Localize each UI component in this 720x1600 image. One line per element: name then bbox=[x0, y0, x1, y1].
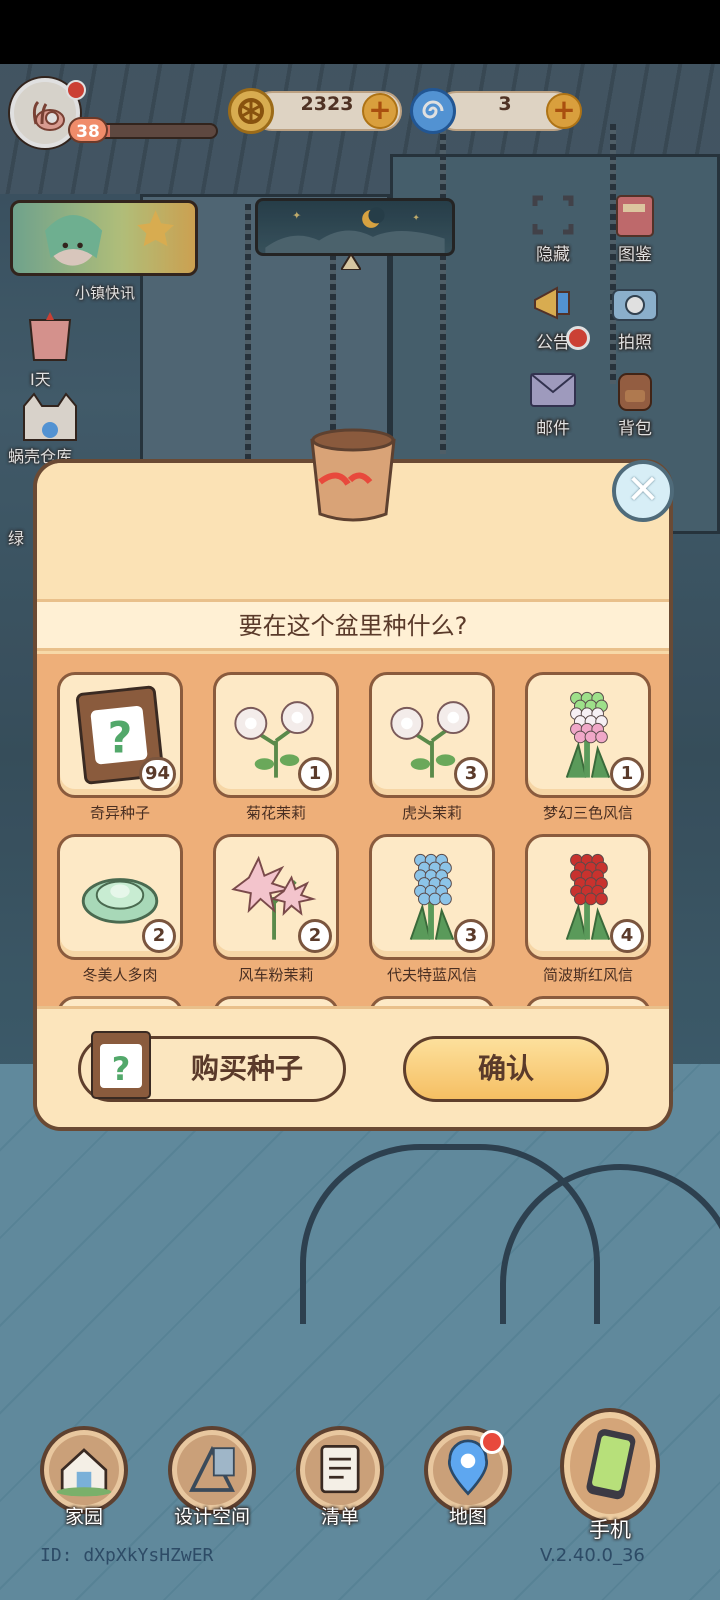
seed-item-partial[interactable] bbox=[57, 996, 187, 1006]
svg-text:?: ? bbox=[108, 713, 133, 763]
seed-count-badge: 2 bbox=[142, 919, 176, 953]
seed-grid[interactable]: ? 94 奇异种子 1 菊花茉莉 3 虎头茉莉 1 梦幻三色风信 2 冬美人多肉 2 风车粉茉莉 3 代夫特… bbox=[37, 654, 669, 1006]
seed-item[interactable]: 1 菊花茉莉 bbox=[213, 672, 343, 823]
seed-card[interactable]: 1 bbox=[213, 672, 339, 798]
house-icon bbox=[56, 1448, 112, 1497]
seed-card[interactable]: 1 bbox=[525, 672, 651, 798]
nav-label: 清单 bbox=[320, 1506, 359, 1528]
seed-card[interactable]: 2 bbox=[57, 834, 183, 960]
seed-item[interactable]: 2 冬美人多肉 bbox=[57, 834, 187, 985]
seed-count-badge: 94 bbox=[138, 757, 176, 791]
confirm-label: 确认 bbox=[477, 1052, 534, 1085]
seed-name: 冬美人多肉 bbox=[82, 966, 158, 984]
seed-card[interactable]: ? 94 bbox=[57, 672, 183, 798]
phone-label: 手机 bbox=[589, 1518, 631, 1542]
nav-label: 设计空间 bbox=[173, 1506, 250, 1528]
seed-count-badge: 3 bbox=[454, 919, 488, 953]
seed-count-badge: 1 bbox=[610, 757, 644, 791]
seed-name: 梦幻三色风信 bbox=[542, 804, 633, 822]
seed-card[interactable]: 4 bbox=[525, 834, 651, 960]
player-id: ID: dXpXkYsHZwER bbox=[40, 1545, 214, 1566]
seed-item-partial[interactable] bbox=[369, 996, 499, 1006]
map-notification-dot bbox=[480, 1430, 504, 1454]
seed-card[interactable]: 2 bbox=[213, 834, 339, 960]
seed-card[interactable]: 3 bbox=[369, 834, 495, 960]
seed-card[interactable]: 3 bbox=[369, 672, 495, 798]
confirm-button[interactable]: 确认 bbox=[403, 1036, 609, 1102]
seed-name: 菊花茉莉 bbox=[245, 804, 306, 822]
seed-count-badge: 1 bbox=[298, 757, 332, 791]
phone-button[interactable] bbox=[560, 1408, 660, 1524]
nav-ring bbox=[40, 1426, 128, 1514]
seed-card[interactable] bbox=[525, 996, 651, 1006]
seed-packet-icon: ? bbox=[91, 1031, 151, 1099]
seed-name: 虎头茉莉 bbox=[401, 804, 462, 822]
seed-item-partial[interactable] bbox=[213, 996, 343, 1006]
seed-item[interactable]: ? 94 奇异种子 bbox=[57, 672, 187, 823]
version-text: V.2.40.0_36 bbox=[540, 1545, 645, 1566]
nav-checklist-button[interactable]: 清单 bbox=[292, 1426, 388, 1529]
nav-label: 家园 bbox=[64, 1506, 103, 1528]
dialog-title-band: 要在这个盆里种什么? bbox=[37, 599, 669, 651]
seed-item[interactable]: 4 简波斯红风信 bbox=[525, 834, 655, 985]
seed-name: 风车粉茉莉 bbox=[238, 966, 314, 984]
level-badge: 38 bbox=[68, 117, 108, 143]
checklist-icon bbox=[320, 1445, 360, 1494]
seed-count-badge: 3 bbox=[454, 757, 488, 791]
seed-item[interactable]: 3 虎头茉莉 bbox=[369, 672, 499, 823]
seed-name: 代夫特蓝风信 bbox=[386, 966, 477, 984]
seed-count-badge: 2 bbox=[298, 919, 332, 953]
seed-item[interactable]: 2 风车粉茉莉 bbox=[213, 834, 343, 985]
phone-icon bbox=[586, 1429, 636, 1500]
nav-label: 地图 bbox=[448, 1506, 487, 1528]
seed-card[interactable] bbox=[57, 996, 183, 1006]
seed-name: 奇异种子 bbox=[89, 804, 150, 822]
seed-count-badge: 4 bbox=[610, 919, 644, 953]
seed-card[interactable] bbox=[369, 996, 495, 1006]
seed-card[interactable] bbox=[213, 996, 339, 1006]
design-tools-icon bbox=[189, 1445, 235, 1492]
flower-pot-icon bbox=[310, 428, 396, 522]
seed-name: 简波斯红风信 bbox=[542, 966, 633, 984]
nav-ring bbox=[296, 1426, 384, 1514]
nav-ring bbox=[168, 1426, 256, 1514]
svg-text:?: ? bbox=[112, 1050, 131, 1088]
seed-item[interactable]: 1 梦幻三色风信 bbox=[525, 672, 655, 823]
nav-design-tools-button[interactable]: 设计空间 bbox=[164, 1426, 260, 1529]
buy-seeds-label: 购买种子 bbox=[190, 1052, 303, 1085]
close-button[interactable]: ✕ bbox=[612, 460, 674, 522]
nav-house-button[interactable]: 家园 bbox=[36, 1426, 132, 1529]
dialog-title: 要在这个盆里种什么? bbox=[238, 612, 468, 640]
seed-item[interactable]: 3 代夫特蓝风信 bbox=[369, 834, 499, 985]
seed-item-partial[interactable] bbox=[525, 996, 655, 1006]
